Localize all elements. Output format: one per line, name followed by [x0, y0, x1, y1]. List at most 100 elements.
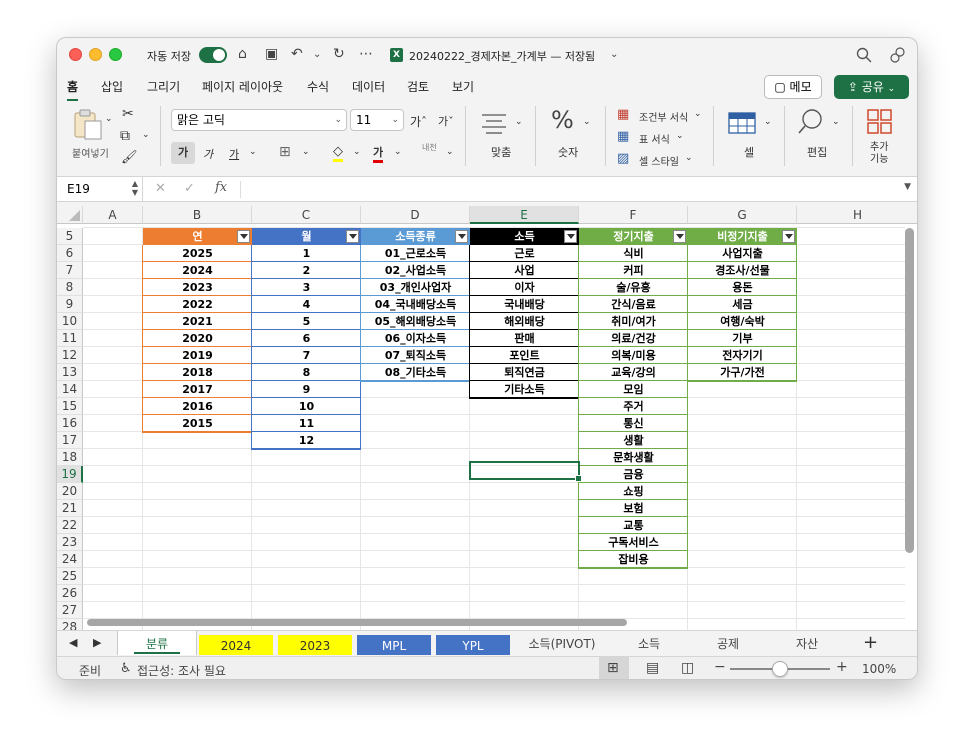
cancel-icon[interactable]: ✕ [155, 181, 166, 196]
table-header-irregular-expense[interactable]: 비정기지출 [688, 228, 797, 245]
zoom-slider-thumb[interactable] [772, 661, 788, 677]
conditional-format-icon[interactable]: ▦ [617, 107, 629, 122]
phonetic-icon[interactable]: 내천 [422, 142, 437, 153]
number-dropdown-icon[interactable]: ⌄ [583, 117, 591, 127]
font-name-combo[interactable]: 맑은 고딕 ⌄ [171, 109, 347, 131]
table-cell[interactable]: 퇴직연금 [470, 364, 579, 381]
table-cell[interactable]: 근로 [470, 245, 579, 262]
table-header-income[interactable]: 소득 [470, 228, 579, 245]
zoom-in-icon[interactable]: + [836, 659, 848, 675]
table-cell[interactable]: 8 [252, 364, 361, 381]
search-icon[interactable] [856, 47, 872, 63]
share-button[interactable]: ⇪ 공유 ⌄ [834, 75, 909, 99]
table-cell[interactable]: 잡비용 [579, 551, 688, 568]
col-header-b[interactable]: B [143, 206, 252, 224]
horizontal-scrollbar[interactable] [87, 619, 627, 626]
table-cell[interactable]: 2020 [143, 330, 252, 347]
row-header-18[interactable]: 18 [57, 449, 83, 466]
filter-dropdown-icon[interactable] [455, 230, 468, 243]
table-cell[interactable]: 세금 [688, 296, 797, 313]
minimize-window-button[interactable] [89, 48, 102, 61]
col-header-c[interactable]: C [252, 206, 361, 224]
table-cell[interactable]: 주거 [579, 398, 688, 415]
percent-icon[interactable]: % [551, 106, 574, 134]
conditional-format-button[interactable]: 조건부 서식 [639, 109, 688, 124]
zoom-out-icon[interactable]: − [714, 659, 726, 675]
table-cell[interactable]: 술/유흥 [579, 279, 688, 296]
table-cell[interactable]: 2021 [143, 313, 252, 330]
table-cell[interactable]: 05_해외배당소득 [361, 313, 470, 330]
sheet-tab[interactable]: MPL [357, 635, 431, 655]
table-cell[interactable]: 01_근로소득 [361, 245, 470, 262]
table-cell[interactable]: 기부 [688, 330, 797, 347]
tab-draw[interactable]: 그리기 [147, 78, 180, 95]
paste-dropdown-icon[interactable]: ⌄ [105, 114, 113, 124]
table-cell[interactable]: 7 [252, 347, 361, 364]
underline-dropdown-icon[interactable]: ⌄ [249, 147, 257, 157]
table-cell[interactable]: 06_이자소득 [361, 330, 470, 347]
page-break-view-icon[interactable]: ◫ [681, 660, 694, 676]
normal-view-button[interactable]: ⊞ [599, 657, 629, 679]
sheet-tab[interactable]: 소득(PIVOT) [515, 631, 609, 655]
table-cell[interactable]: 해외배당 [470, 313, 579, 330]
table-cell[interactable]: 12 [252, 432, 361, 449]
font-color-dropdown-icon[interactable]: ⌄ [394, 147, 402, 157]
table-cell[interactable]: 1 [252, 245, 361, 262]
sheet-tab[interactable]: 2024 [199, 635, 273, 655]
sheet-tab[interactable]: 공제 [691, 631, 765, 655]
table-cell[interactable]: 2022 [143, 296, 252, 313]
tab-formulas[interactable]: 수식 [307, 78, 329, 95]
table-cell[interactable]: 교통 [579, 517, 688, 534]
col-header-d[interactable]: D [361, 206, 470, 224]
table-cell[interactable]: 4 [252, 296, 361, 313]
row-header-6[interactable]: 6 [57, 245, 83, 262]
name-box-stepper-icon[interactable]: ▲ ▼ [132, 179, 138, 197]
vertical-scrollbar[interactable] [905, 228, 914, 553]
italic-button[interactable]: 가 [203, 146, 213, 162]
accessibility-status[interactable]: 접근성: 조사 필요 [137, 662, 226, 679]
chevron-down-icon[interactable]: ⌄ [676, 131, 684, 141]
tab-data[interactable]: 데이터 [352, 78, 385, 95]
row-header-27[interactable]: 27 [57, 602, 83, 619]
table-cell[interactable]: 2016 [143, 398, 252, 415]
row-header-7[interactable]: 7 [57, 262, 83, 279]
cell-style-icon[interactable]: ▨ [617, 151, 629, 166]
table-cell[interactable]: 사업지출 [688, 245, 797, 262]
row-header-16[interactable]: 16 [57, 415, 83, 432]
table-header-month[interactable]: 월 [252, 228, 361, 245]
table-cell[interactable]: 판매 [470, 330, 579, 347]
increase-font-icon[interactable]: 가ˆ [410, 113, 427, 130]
memo-button[interactable]: ▢ 메모 [764, 75, 822, 99]
format-painter-icon[interactable]: 🖌 [121, 150, 138, 165]
phonetic-dropdown-icon[interactable]: ⌄ [446, 147, 454, 157]
sheet-tab[interactable]: 자산 [770, 631, 844, 655]
cells-dropdown-icon[interactable]: ⌄ [764, 117, 772, 127]
undo-dropdown-icon[interactable]: ⌄ [313, 49, 321, 60]
table-cell[interactable]: 쇼핑 [579, 483, 688, 500]
table-cell[interactable]: 02_사업소득 [361, 262, 470, 279]
table-cell[interactable]: 2019 [143, 347, 252, 364]
row-header-19[interactable]: 19 [57, 466, 83, 483]
close-window-button[interactable] [69, 48, 82, 61]
cells-icon[interactable] [728, 108, 758, 136]
table-format-icon[interactable]: ▦ [617, 129, 629, 144]
table-cell[interactable]: 국내배당 [470, 296, 579, 313]
table-format-button[interactable]: 표 서식 [639, 131, 670, 146]
table-cell[interactable]: 5 [252, 313, 361, 330]
sheet-tab[interactable]: 소득 [612, 631, 686, 655]
table-cell[interactable]: 모임 [579, 381, 688, 398]
row-header-8[interactable]: 8 [57, 279, 83, 296]
decrease-font-icon[interactable]: 가ˇ [438, 113, 454, 129]
find-icon[interactable] [797, 108, 825, 136]
bold-button[interactable]: 가 [171, 142, 195, 164]
table-cell[interactable]: 여행/숙박 [688, 313, 797, 330]
table-cell[interactable]: 3 [252, 279, 361, 296]
autosave-toggle[interactable] [199, 47, 227, 63]
account-icon[interactable] [889, 46, 907, 64]
row-header-15[interactable]: 15 [57, 398, 83, 415]
sheet-tab[interactable]: 분류 [117, 631, 197, 655]
name-box[interactable]: E19 ▲ ▼ [57, 177, 143, 201]
next-sheet-icon[interactable]: ▶ [93, 636, 101, 649]
title-dropdown-icon[interactable]: ⌄ [610, 49, 618, 60]
filter-dropdown-icon[interactable] [782, 230, 795, 243]
